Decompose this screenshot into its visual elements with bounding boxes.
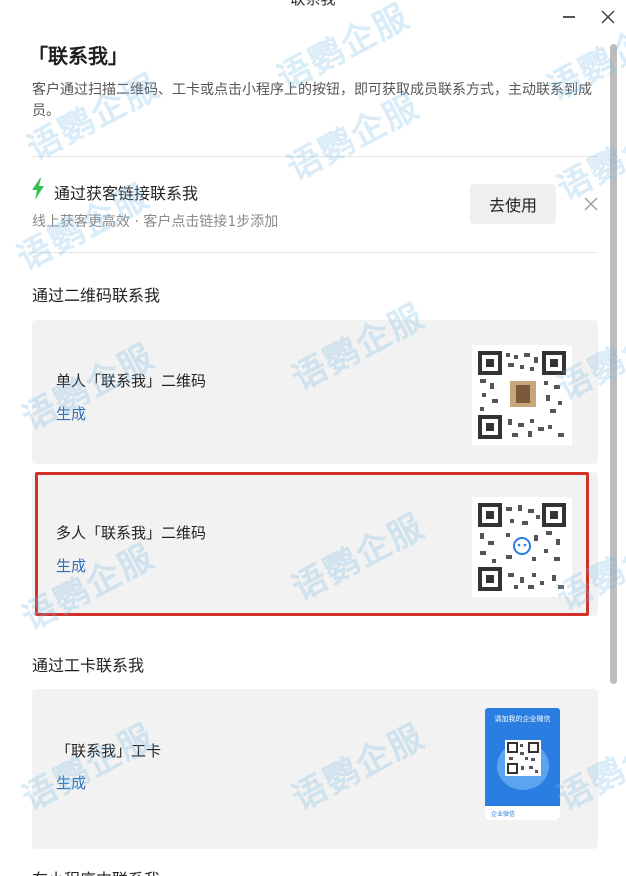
single-qr-code-image (472, 345, 572, 445)
badge-qr-icon (497, 740, 549, 790)
link-option-title: 通过获客链接联系我 (54, 184, 199, 203)
close-icon (601, 10, 615, 24)
multi-qr-code-image (472, 497, 572, 597)
close-button[interactable] (597, 6, 619, 28)
multi-qr-title: 多人「联系我」二维码 (56, 524, 207, 542)
single-qr-card: 单人「联系我」二维码 生成 (32, 320, 598, 464)
multi-qr-generate-link[interactable]: 生成 (56, 555, 86, 576)
lightning-icon (32, 178, 44, 200)
multi-qr-card: 多人「联系我」二维码 生成 (32, 472, 598, 616)
badge-header-text: 请加我的企业微信 (494, 715, 551, 723)
divider (32, 156, 598, 157)
badge-title: 「联系我」工卡 (56, 742, 162, 760)
badge-section-title: 通过工卡联系我 (32, 656, 145, 675)
qr-section-title: 通过二维码联系我 (32, 286, 161, 305)
link-option-subtitle: 线上获客更高效 · 客户点击链接1步添加 (32, 214, 279, 230)
qr-code-icon (478, 351, 566, 439)
window-title: 联系我 (0, 0, 626, 9)
badge-generate-link[interactable]: 生成 (56, 772, 86, 793)
minimize-button[interactable] (558, 6, 580, 28)
badge-footer-text: 企业微信 (485, 806, 560, 820)
miniprogram-section-title: 在小程序中联系我 (32, 866, 160, 876)
scrollbar-thumb[interactable] (610, 44, 617, 684)
use-button[interactable]: 去使用 (470, 184, 556, 224)
single-qr-generate-link[interactable]: 生成 (56, 403, 86, 424)
divider (32, 252, 598, 253)
contact-me-window: 联系我 「联系我」 客户通过扫描二维码、工卡或点击小程序上的按钮，即可获取成员联… (0, 0, 626, 876)
page-description: 客户通过扫描二维码、工卡或点击小程序上的按钮，即可获取成员联系方式，主动联系到成… (32, 82, 592, 119)
minimize-icon (563, 16, 575, 18)
work-badge-image: 请加我的企业微信 企业微信 (485, 708, 560, 820)
page-title: 「联系我」 (28, 44, 128, 68)
dismiss-icon[interactable] (583, 196, 599, 212)
single-qr-title: 单人「联系我」二维码 (56, 372, 207, 390)
qr-code-icon (478, 503, 566, 591)
